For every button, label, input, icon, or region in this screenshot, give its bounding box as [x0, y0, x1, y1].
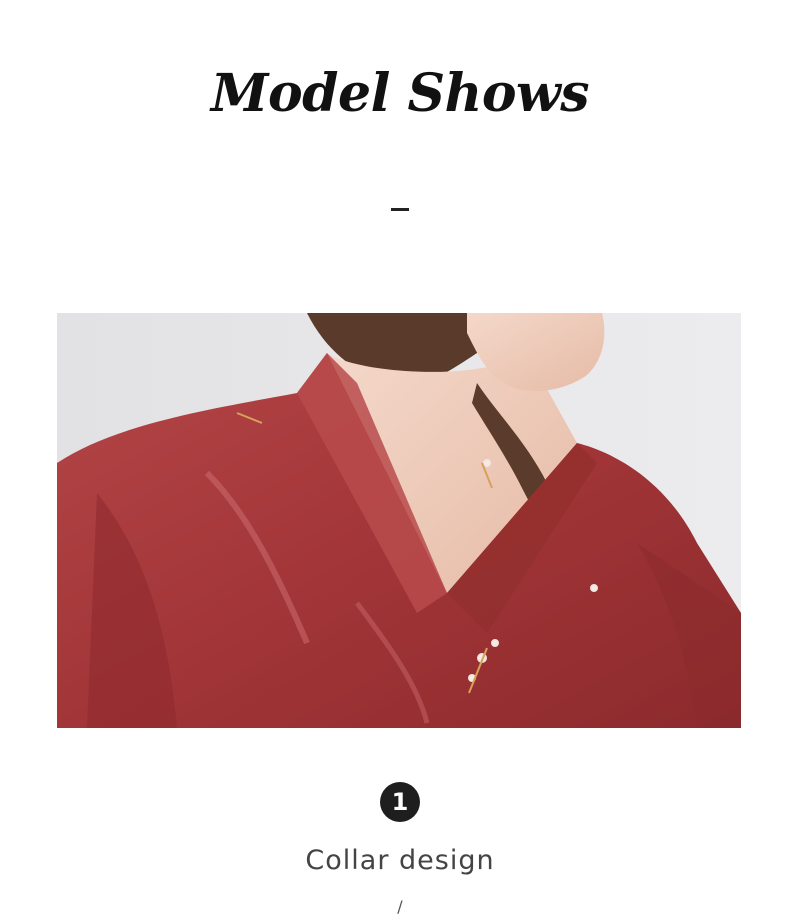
feature-caption: Collar design: [305, 845, 495, 876]
title-divider: [391, 208, 409, 211]
page-title: Model Shows: [210, 63, 590, 124]
separator-mark: /: [397, 897, 403, 916]
feature-number-badge: 1: [380, 782, 420, 822]
model-photo: [57, 313, 741, 728]
